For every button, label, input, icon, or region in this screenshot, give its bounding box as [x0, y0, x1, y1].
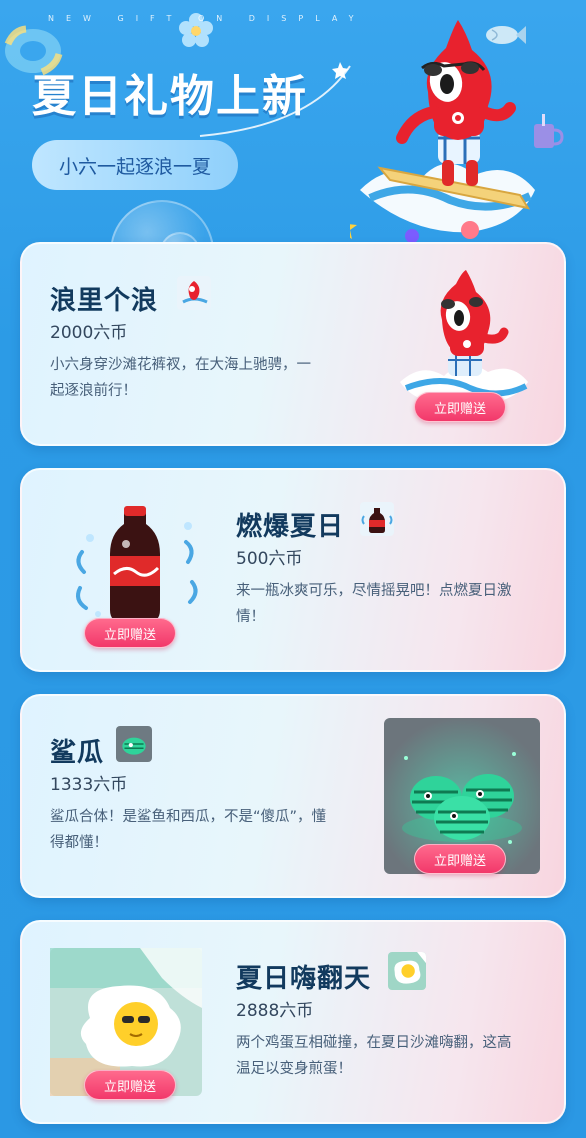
gift-showcase-page: NEW GIFT ON DISPLAY 夏日礼物上新 小六一起逐浪一夏 浪里个浪…	[0, 0, 586, 1138]
gift-price: 2000六币	[50, 323, 128, 343]
gift-price: 500六币	[236, 549, 303, 569]
gift-card[interactable]: 鲨瓜 1333六币 鲨瓜合体！是鲨鱼和西瓜，不是“傻瓜”，懂得都懂！ 立即赠送	[20, 694, 566, 898]
gift-price: 1333六币	[50, 775, 128, 795]
gift-name: 鲨瓜	[50, 738, 105, 768]
send-gift-button[interactable]: 立即赠送	[84, 618, 176, 648]
gift-name: 燃爆夏日	[236, 512, 345, 542]
shark-melon-icon	[116, 726, 152, 762]
send-gift-button[interactable]: 立即赠送	[414, 844, 506, 874]
gift-description: 来一瓶冰爽可乐，尽情摇晃吧！点燃夏日激情！	[236, 583, 512, 625]
gift-card[interactable]: 浪里个浪 2000六币 小六身穿沙滩花裤衩，在大海上驰骋，一起逐浪前行！ 立即赠…	[20, 242, 566, 446]
gift-description: 两个鸡蛋互相碰撞，在夏日沙滩嗨翻，这高温足以变身煎蛋！	[236, 1035, 512, 1077]
cola-bottle-icon	[360, 502, 394, 536]
surfing-mascot-illustration	[350, 20, 535, 243]
fried-egg-icon	[388, 952, 426, 990]
gift-name: 夏日嗨翻天	[236, 964, 372, 994]
header-tagline: NEW GIFT ON DISPLAY	[48, 14, 366, 23]
gift-card[interactable]: 立即赠送 燃爆夏日 500六币 来一瓶冰爽可乐，尽情摇晃吧！点燃夏日激情！	[20, 468, 566, 672]
gift-description: 鲨瓜合体！是鲨鱼和西瓜，不是“傻瓜”，懂得都懂！	[50, 809, 327, 851]
surfing-mascot-icon	[177, 276, 211, 310]
subtitle-pill: 小六一起逐浪一夏	[32, 140, 238, 190]
send-gift-button[interactable]: 立即赠送	[84, 1070, 176, 1100]
gift-description: 小六身穿沙滩花裤衩，在大海上驰骋，一起逐浪前行！	[50, 357, 311, 399]
swoosh-icon	[199, 62, 351, 137]
send-gift-button[interactable]: 立即赠送	[414, 392, 506, 422]
gift-card[interactable]: 立即赠送 夏日嗨翻天 2888六币 两个鸡蛋互相碰撞，在夏日沙滩嗨翻，这高温足以…	[20, 920, 566, 1124]
surfing-mascot-gift-image	[400, 270, 528, 406]
gift-price: 2888六币	[236, 1001, 314, 1021]
header-banner: NEW GIFT ON DISPLAY 夏日礼物上新 小六一起逐浪一夏	[0, 0, 586, 304]
gift-name: 浪里个浪	[50, 286, 159, 316]
cola-gift-image	[76, 506, 198, 622]
